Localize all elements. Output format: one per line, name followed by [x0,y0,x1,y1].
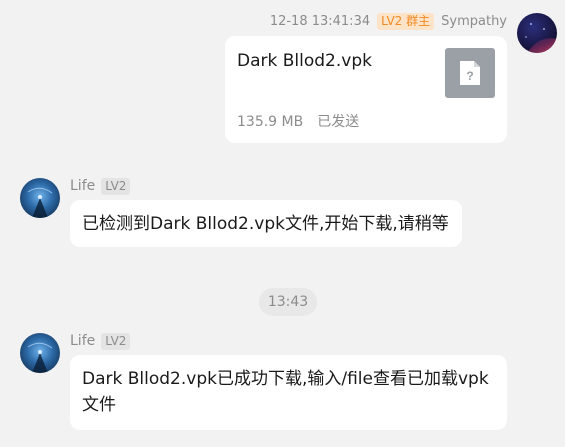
file-message-card[interactable]: Dark Bllod2.vpk ? 135.9 MB 已发送 [225,36,507,143]
message-bubble[interactable]: Dark Bllod2.vpk已成功下载,输入/file查看已加载vpk文件 [70,355,507,430]
outgoing-message-header: 12-18 13:41:34 LV2 群主 Sympathy [270,11,507,31]
avatar-image [20,178,60,218]
file-name: Dark Bllod2.vpk [237,51,372,71]
sender-name[interactable]: Life [70,178,95,194]
avatar-image [20,333,60,373]
incoming-message-header: Life LV2 [70,176,131,196]
incoming-message-header: Life LV2 [70,331,131,351]
send-status: 已发送 [317,114,360,130]
time-divider: 13:43 [259,288,317,316]
sender-name[interactable]: Sympathy [441,14,507,29]
file-size: 135.9 MB [237,114,304,130]
message-text: Dark Bllod2.vpk已成功下载,输入/file查看已加载vpk文件 [82,369,489,415]
avatar-life[interactable] [20,178,60,218]
message-text: 已检测到Dark Bllod2.vpk文件,开始下载,请稍等 [82,214,449,234]
avatar-image [517,13,557,53]
avatar-life[interactable] [20,333,60,373]
message-timestamp: 12-18 13:41:34 [269,13,371,29]
level-badge: LV2 [101,332,131,350]
unknown-file-icon: ? [445,48,495,98]
avatar-sympathy[interactable] [517,13,557,53]
sender-name[interactable]: Life [70,333,95,349]
level-badge: LV2 [101,177,131,195]
svg-text:?: ? [466,69,473,83]
file-info: 135.9 MB 已发送 [237,111,359,131]
level-badge: LV2 群主 [377,12,435,30]
message-bubble[interactable]: 已检测到Dark Bllod2.vpk文件,开始下载,请稍等 [70,200,462,247]
